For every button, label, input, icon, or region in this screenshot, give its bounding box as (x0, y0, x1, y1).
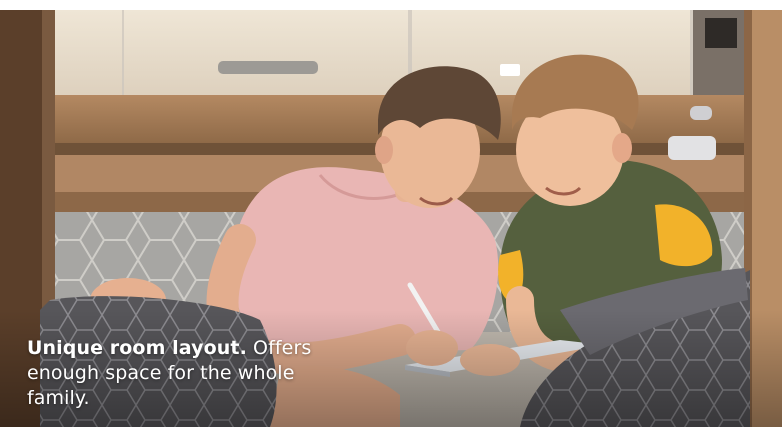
photo-scene: Unique room layout. Offers enough space … (0, 0, 782, 427)
cabinet-handle (218, 61, 318, 74)
photo-caption: Unique room layout. Offers enough space … (27, 336, 347, 411)
top-frame (0, 0, 782, 10)
caption-headline: Unique room layout. (27, 337, 247, 359)
